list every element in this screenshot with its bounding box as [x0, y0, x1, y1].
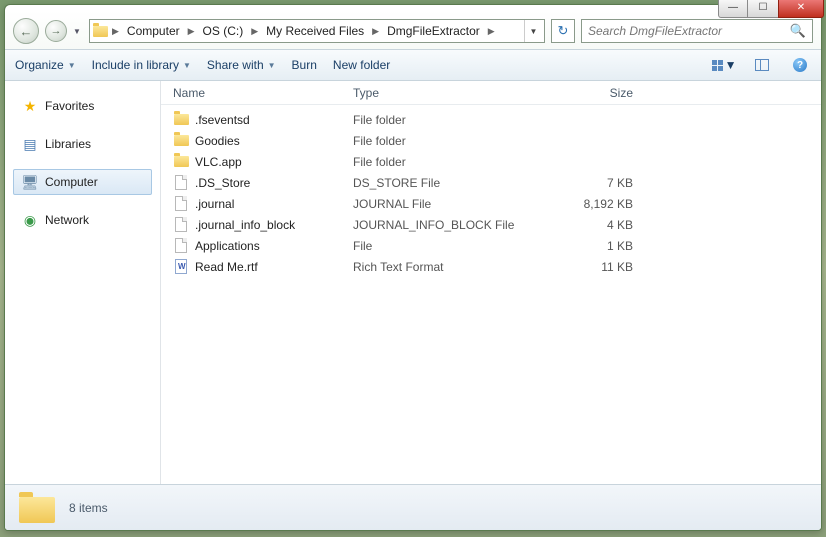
computer-icon: 🖥 [22, 174, 38, 190]
include-library-menu[interactable]: Include in library▼ [92, 58, 191, 72]
search-input[interactable] [588, 24, 790, 38]
explorer-body: ★ Favorites ▤ Libraries 🖥 Computer ◉ Net… [5, 81, 821, 484]
file-name: Read Me.rtf [195, 260, 258, 274]
star-icon: ★ [22, 98, 38, 114]
sidebar-item-label: Network [45, 213, 89, 227]
file-name: VLC.app [195, 155, 242, 169]
file-type: File [353, 239, 563, 253]
file-icon [173, 217, 189, 233]
folder-icon [19, 493, 55, 523]
file-row[interactable]: .journal_info_block JOURNAL_INFO_BLOCK Fi… [161, 214, 821, 235]
file-list-area: Name Type Size .fseventsdFile folderGood… [161, 81, 821, 484]
file-icon [173, 196, 189, 212]
pane-icon [755, 59, 769, 71]
file-name: Goodies [195, 134, 240, 148]
file-name: .fseventsd [195, 113, 250, 127]
sidebar-item-label: Favorites [45, 99, 94, 113]
file-name: .journal_info_block [195, 218, 295, 232]
refresh-button[interactable]: ↻ [551, 19, 575, 43]
file-row[interactable]: .journal JOURNAL File8,192 KB [161, 193, 821, 214]
file-row[interactable]: Applications File1 KB [161, 235, 821, 256]
details-pane: 8 items [5, 484, 821, 530]
nav-history-dropdown[interactable]: ▼ [73, 27, 83, 36]
breadcrumb-os[interactable]: OS (C:) [199, 24, 248, 38]
sidebar-item-favorites[interactable]: ★ Favorites [13, 93, 152, 119]
file-name: Applications [195, 239, 260, 253]
file-size: 11 KB [563, 260, 643, 274]
file-size: 7 KB [563, 176, 643, 190]
preview-pane-button[interactable] [751, 54, 773, 76]
file-name: .DS_Store [195, 176, 250, 190]
organize-menu[interactable]: Organize▼ [15, 58, 76, 72]
sidebar-item-label: Libraries [45, 137, 91, 151]
rtf-file-icon [173, 259, 189, 275]
file-type: File folder [353, 155, 563, 169]
file-type: Rich Text Format [353, 260, 563, 274]
file-row[interactable]: VLC.app File folder [161, 151, 821, 172]
file-row[interactable]: .DS_Store DS_STORE File7 KB [161, 172, 821, 193]
file-size: 1 KB [563, 239, 643, 253]
breadcrumb-received[interactable]: My Received Files [262, 24, 368, 38]
file-size: 4 KB [563, 218, 643, 232]
file-type: File folder [353, 134, 563, 148]
forward-button[interactable]: → [45, 20, 67, 42]
network-icon: ◉ [22, 212, 38, 228]
breadcrumb-sep[interactable]: ▶ [372, 26, 379, 37]
file-row[interactable]: Goodies File folder [161, 130, 821, 151]
folder-icon [173, 133, 189, 149]
new-folder-button[interactable]: New folder [333, 58, 390, 72]
maximize-button[interactable]: ☐ [748, 0, 778, 18]
file-icon [173, 238, 189, 254]
view-options-button[interactable]: ▼ [713, 54, 735, 76]
file-type: File folder [353, 113, 563, 127]
folder-icon [173, 154, 189, 170]
help-button[interactable]: ? [789, 54, 811, 76]
column-header-size[interactable]: Size [563, 86, 643, 100]
sidebar-item-label: Computer [45, 175, 98, 189]
minimize-button[interactable]: — [718, 0, 748, 18]
back-button[interactable]: ← [13, 18, 39, 44]
file-type: JOURNAL_INFO_BLOCK File [353, 218, 563, 232]
breadcrumb-current[interactable]: DmgFileExtractor [383, 24, 484, 38]
burn-button[interactable]: Burn [292, 58, 317, 72]
view-icon [712, 60, 723, 71]
breadcrumb-sep[interactable]: ▶ [251, 26, 258, 37]
folder-icon [92, 23, 108, 39]
command-bar: Organize▼ Include in library▼ Share with… [5, 49, 821, 81]
address-bar[interactable]: ▶ Computer ▶ OS (C:) ▶ My Received Files… [89, 19, 545, 43]
file-type: DS_STORE File [353, 176, 563, 190]
file-row[interactable]: Read Me.rtf Rich Text Format11 KB [161, 256, 821, 277]
sidebar-item-computer[interactable]: 🖥 Computer [13, 169, 152, 195]
search-icon[interactable]: 🔍 [790, 23, 806, 39]
folder-icon [173, 112, 189, 128]
explorer-window: ← → ▼ ▶ Computer ▶ OS (C:) ▶ My Received… [4, 4, 822, 531]
file-icon [173, 175, 189, 191]
column-header-name[interactable]: Name [173, 86, 353, 100]
file-size: 8,192 KB [563, 197, 643, 211]
file-type: JOURNAL File [353, 197, 563, 211]
titlebar: — ☐ ✕ [718, 0, 826, 24]
file-row[interactable]: .fseventsd File folder [161, 109, 821, 130]
breadcrumb-computer[interactable]: Computer [123, 24, 184, 38]
sidebar-item-network[interactable]: ◉ Network [13, 207, 152, 233]
column-headers: Name Type Size [161, 81, 821, 105]
item-count-label: 8 items [69, 501, 108, 515]
breadcrumb-sep[interactable]: ▶ [488, 26, 495, 37]
breadcrumb-sep[interactable]: ▶ [188, 26, 195, 37]
column-header-type[interactable]: Type [353, 86, 563, 100]
breadcrumb-sep: ▶ [112, 26, 119, 37]
sidebar-item-libraries[interactable]: ▤ Libraries [13, 131, 152, 157]
file-list: .fseventsdFile folderGoodiesFile folderV… [161, 105, 821, 484]
navigation-pane: ★ Favorites ▤ Libraries 🖥 Computer ◉ Net… [5, 81, 161, 484]
file-name: .journal [195, 197, 234, 211]
address-dropdown[interactable]: ▼ [524, 20, 542, 42]
help-icon: ? [793, 58, 807, 72]
close-button[interactable]: ✕ [778, 0, 824, 18]
share-with-menu[interactable]: Share with▼ [207, 58, 276, 72]
libraries-icon: ▤ [22, 136, 38, 152]
navigation-bar: ← → ▼ ▶ Computer ▶ OS (C:) ▶ My Received… [5, 11, 821, 49]
